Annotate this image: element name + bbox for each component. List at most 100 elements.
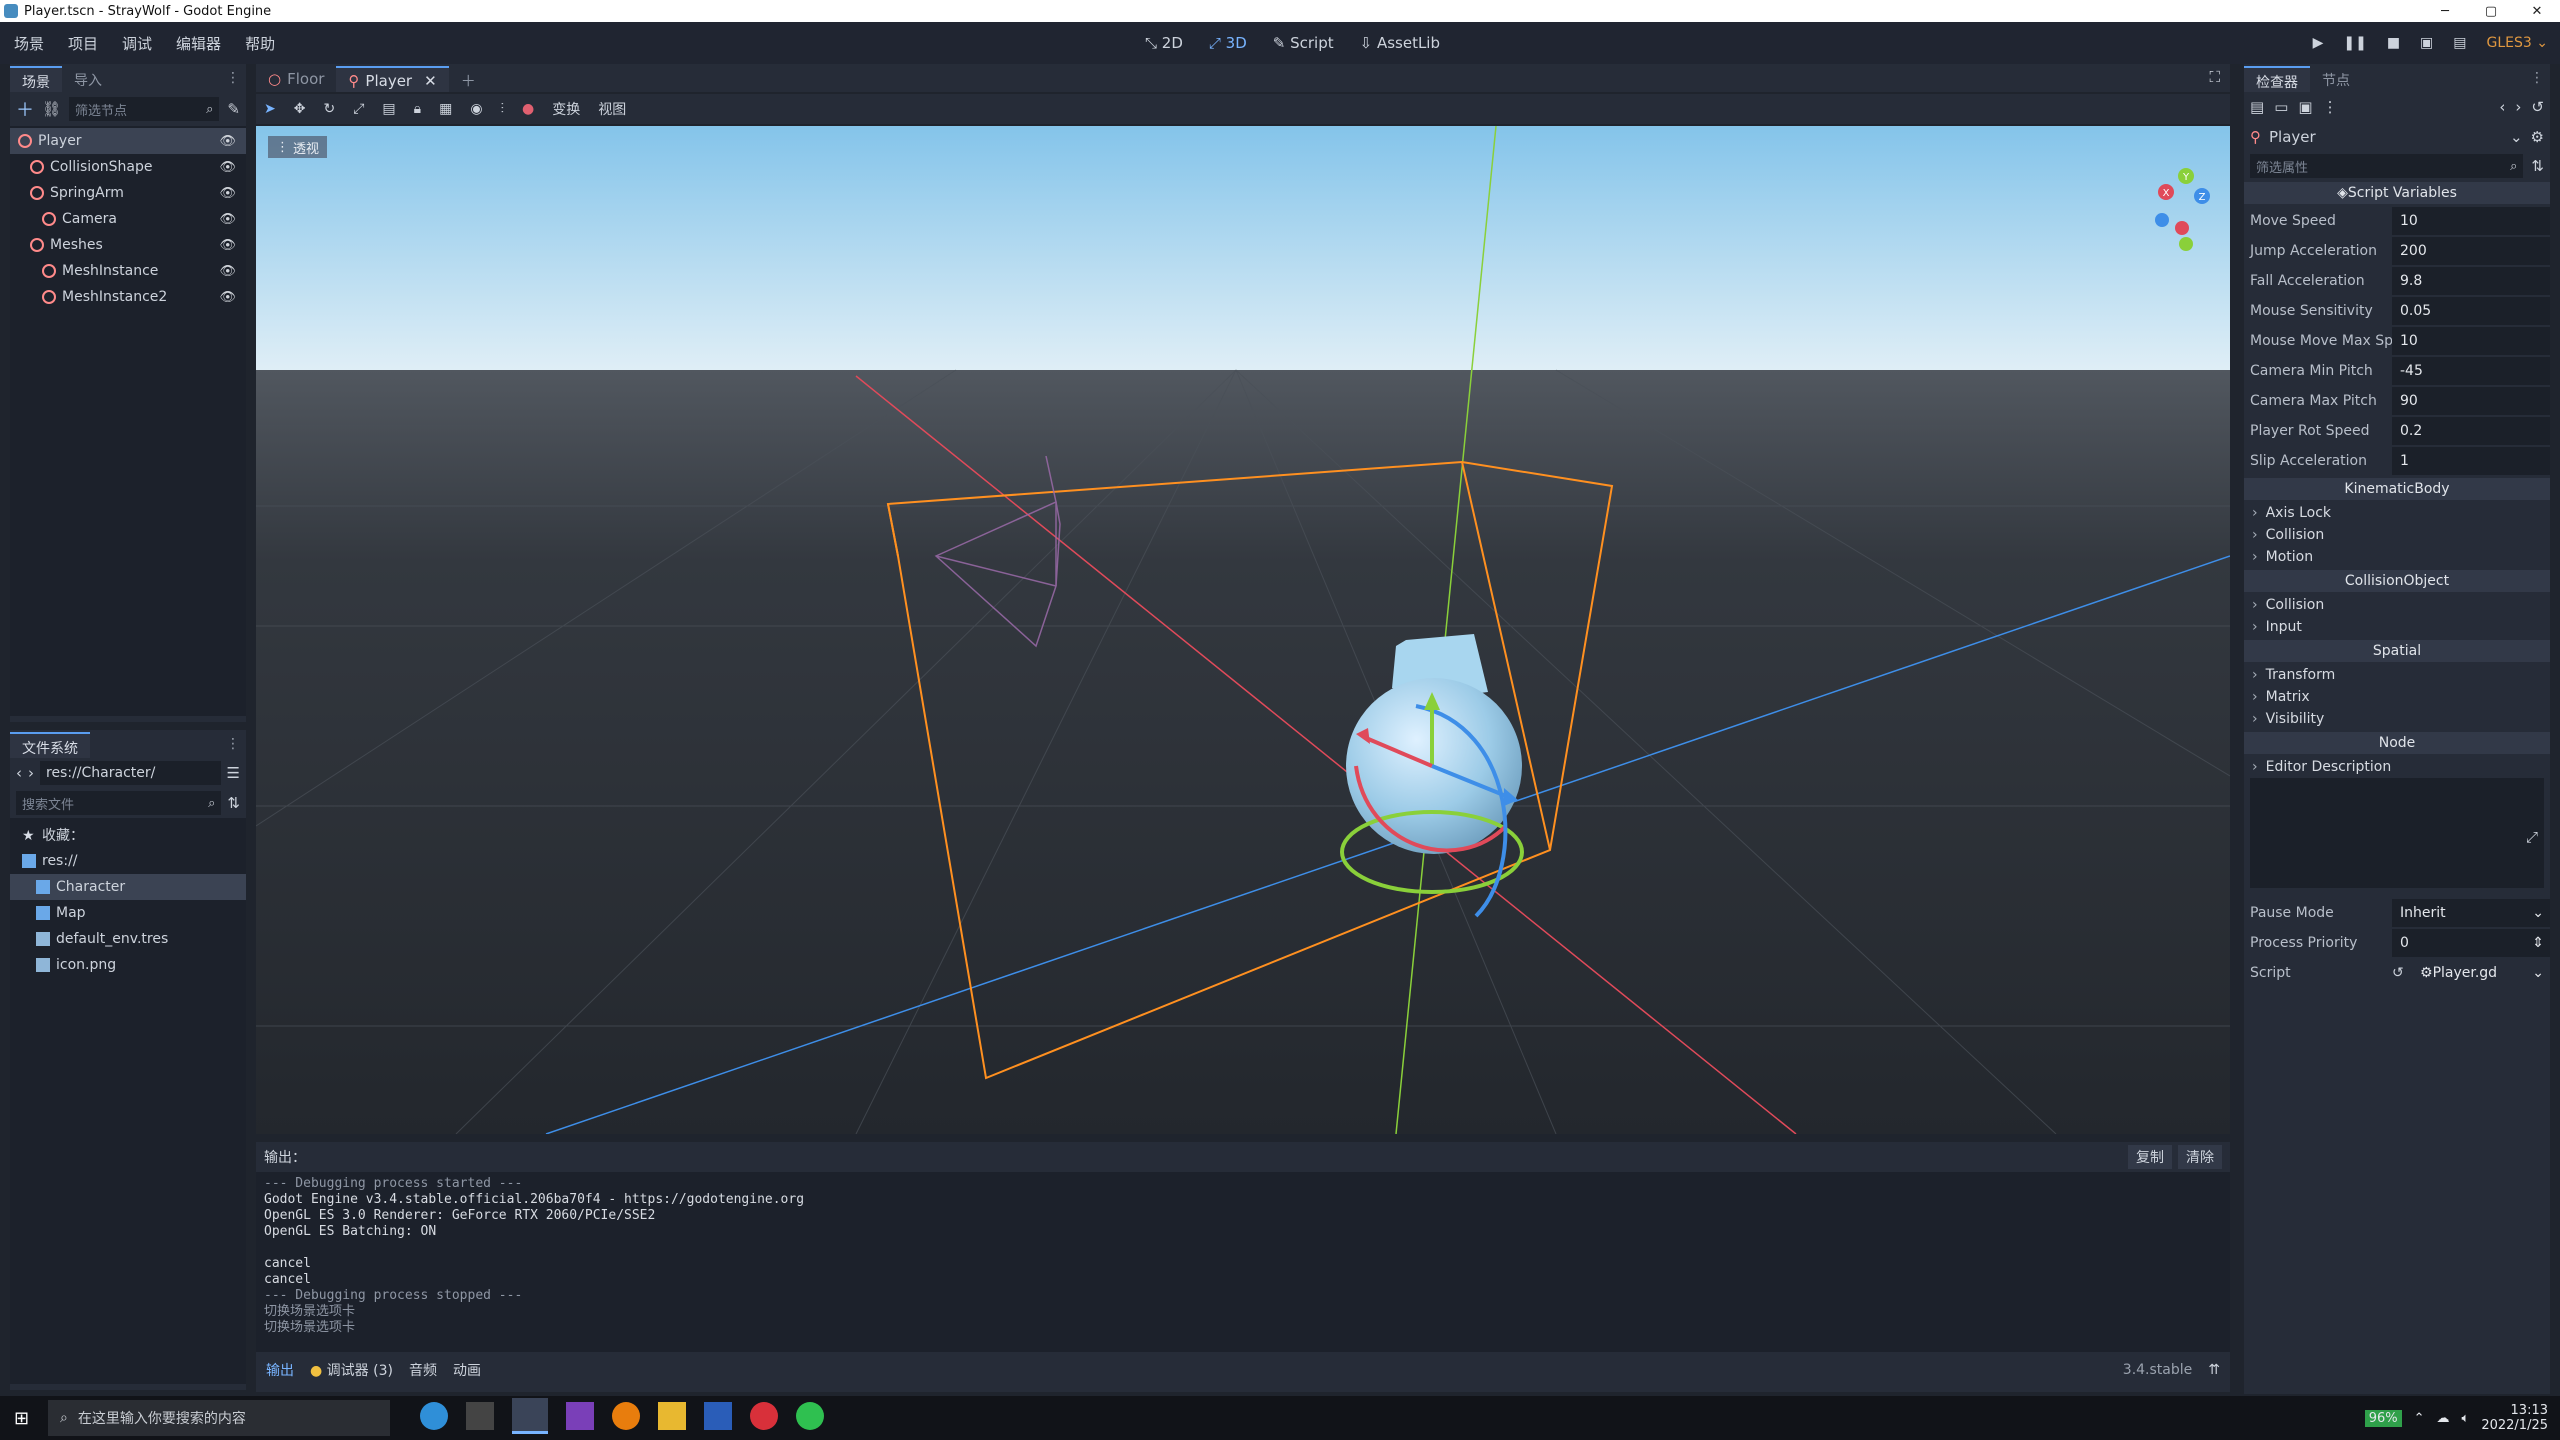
pause-icon[interactable]: ❚❚ [2343, 35, 2366, 51]
play-icon[interactable]: ▶ [2313, 35, 2324, 51]
vscode-icon[interactable] [704, 1402, 732, 1430]
select-tool-icon[interactable]: ➤ [264, 101, 276, 117]
property-group[interactable]: Collision [2244, 524, 2550, 546]
search-files-input[interactable]: 搜索文件 ⌕ [16, 791, 222, 815]
property-value-field[interactable]: 200 [2392, 237, 2550, 265]
property-group[interactable]: Matrix [2244, 686, 2550, 708]
link-icon[interactable]: ⛓ [42, 100, 61, 118]
node-dropdown-icon[interactable]: ⌄ [2510, 128, 2523, 146]
taskbar-search[interactable]: ⌕ 在这里输入你要搜索的内容 [48, 1400, 390, 1436]
tray-chevron-icon[interactable]: ⌃ [2414, 1411, 2425, 1426]
mode-3d-button[interactable]: ⤢ 3D [1209, 34, 1247, 52]
inspector-menu-icon[interactable]: ⋮ [2524, 70, 2550, 92]
property-group[interactable]: Axis Lock [2244, 502, 2550, 524]
sort-icon[interactable]: ⇅ [227, 794, 240, 812]
unity-icon[interactable] [466, 1402, 494, 1430]
filter-properties-input[interactable]: 筛选属性 ⌕ [2250, 154, 2524, 178]
renderer-selector[interactable]: GLES3 ⌄ [2487, 35, 2548, 51]
godot-taskbar-icon[interactable] [512, 1398, 548, 1434]
play-custom-scene-icon[interactable]: ▤ [2453, 35, 2466, 51]
visibility-eye-icon[interactable]: 👁︎ [219, 160, 236, 175]
play-scene-icon[interactable]: ▣ [2420, 35, 2433, 51]
property-group[interactable]: Collision [2244, 594, 2550, 616]
close-tab-icon[interactable]: ✕ [424, 72, 437, 90]
tab-inspector[interactable]: 检查器 [2244, 66, 2310, 92]
windows-start-icon[interactable]: ⊞ [14, 1408, 29, 1429]
filter-nodes-input[interactable]: 筛选节点 ⌕ [69, 97, 220, 121]
tab-scene[interactable]: 场景 [10, 66, 62, 92]
file-explorer-icon[interactable] [658, 1402, 686, 1430]
mode-2d-button[interactable]: ⤡ 2D [1145, 34, 1183, 52]
menu-editor[interactable]: 编辑器 [176, 33, 221, 54]
node-settings-icon[interactable]: ⚙ [2531, 128, 2544, 146]
tab-floor[interactable]: ○ Floor [256, 66, 336, 92]
property-value-field[interactable]: 10 [2392, 207, 2550, 235]
copy-button[interactable]: 复制 [2128, 1145, 2172, 1169]
clock[interactable]: 13:13 2022/1/25 [2481, 1403, 2548, 1433]
tab-filesystem[interactable]: 文件系统 [10, 732, 90, 758]
tab-animation[interactable]: 动画 [453, 1360, 481, 1380]
file-item[interactable]: Map [10, 900, 246, 926]
viewport-scene[interactable]: Y X Z [256, 126, 2230, 1134]
script-variables-section[interactable]: ◈ Script Variables [2244, 182, 2550, 204]
revert-icon[interactable]: ↺ [2392, 965, 2412, 981]
visibility-eye-icon[interactable]: 👁︎ [219, 134, 236, 149]
new-resource-icon[interactable]: ▤ [2250, 98, 2264, 116]
menu-debug[interactable]: 调试 [122, 33, 152, 54]
section-kinematicbody[interactable]: KinematicBody [2244, 478, 2550, 500]
distraction-free-icon[interactable]: ⛶ [2199, 68, 2230, 92]
add-node-icon[interactable]: ＋ [16, 96, 34, 122]
move-tool-icon[interactable]: ✥ [294, 101, 306, 117]
collapse-panel-icon[interactable]: ⇈ [2208, 1362, 2220, 1378]
battery-indicator[interactable]: 96% [2364, 1409, 2402, 1427]
process-priority-spinbox[interactable]: 0 ⇕ [2392, 929, 2550, 957]
forward-icon[interactable]: › [28, 764, 34, 782]
dock-menu-icon[interactable]: ⋮ [220, 70, 246, 92]
maximize-button[interactable]: ▢ [2468, 0, 2514, 22]
file-item[interactable]: default_env.tres [10, 926, 246, 952]
visibility-eye-icon[interactable]: 👁︎ [219, 290, 236, 305]
property-group[interactable]: Input [2244, 616, 2550, 638]
file-item[interactable]: Character [10, 874, 246, 900]
more-options-icon[interactable]: ⋮ [2323, 98, 2338, 116]
minimize-button[interactable]: ─ [2422, 0, 2468, 22]
tab-output[interactable]: 输出 [266, 1360, 294, 1380]
object-history-icon[interactable]: ↺ [2531, 98, 2544, 116]
history-back-icon[interactable]: ‹ [2499, 98, 2505, 116]
close-window-button[interactable]: ✕ [2514, 0, 2560, 22]
script-resource-field[interactable]: ⚙ Player.gd ⌄ [2412, 959, 2550, 987]
scene-node-springarm[interactable]: SpringArm 👁︎ [10, 180, 246, 206]
local-space-icon[interactable]: ◉ [470, 101, 482, 117]
expand-icon[interactable]: ⤢ [2526, 828, 2538, 846]
menu-project[interactable]: 项目 [68, 33, 98, 54]
section-collisionobject[interactable]: CollisionObject [2244, 570, 2550, 592]
menu-scene[interactable]: 场景 [14, 33, 44, 54]
editor-description-field[interactable]: ⤢ [2250, 778, 2544, 888]
script-attach-icon[interactable]: ✎ [227, 100, 240, 118]
file-item[interactable]: icon.png [10, 952, 246, 978]
new-tab-button[interactable]: ＋ [449, 66, 488, 92]
scene-node-meshes[interactable]: Meshes 👁︎ [10, 232, 246, 258]
menu-help[interactable]: 帮助 [245, 33, 275, 54]
property-value-field[interactable]: 1 [2392, 447, 2550, 475]
visibility-eye-icon[interactable]: 👁︎ [219, 238, 236, 253]
property-group[interactable]: Transform [2244, 664, 2550, 686]
property-group[interactable]: Visibility [2244, 708, 2550, 730]
perspective-menu[interactable]: ⋮ 透视 [268, 136, 328, 158]
property-value-field[interactable]: 90 [2392, 387, 2550, 415]
tab-audio[interactable]: 音频 [409, 1360, 437, 1380]
mode-script-button[interactable]: ✎ Script [1273, 34, 1334, 52]
pause-mode-select[interactable]: Inherit ⌄ [2392, 899, 2550, 927]
list-select-icon[interactable]: ▤ [382, 101, 395, 117]
path-field[interactable]: res://Character/ [40, 761, 221, 785]
property-value-field[interactable]: 10 [2392, 327, 2550, 355]
visibility-eye-icon[interactable]: 👁︎ [219, 212, 236, 227]
scene-node-collisionshape[interactable]: CollisionShape 👁︎ [10, 154, 246, 180]
property-group[interactable]: Motion [2244, 546, 2550, 568]
property-sort-icon[interactable]: ⇅ [2531, 157, 2544, 175]
back-icon[interactable]: ‹ [16, 764, 22, 782]
section-node[interactable]: Node [2244, 732, 2550, 754]
camera-preview-icon[interactable]: ● [522, 101, 534, 117]
stop-icon[interactable]: ■ [2387, 35, 2400, 51]
property-value-field[interactable]: 0.05 [2392, 297, 2550, 325]
